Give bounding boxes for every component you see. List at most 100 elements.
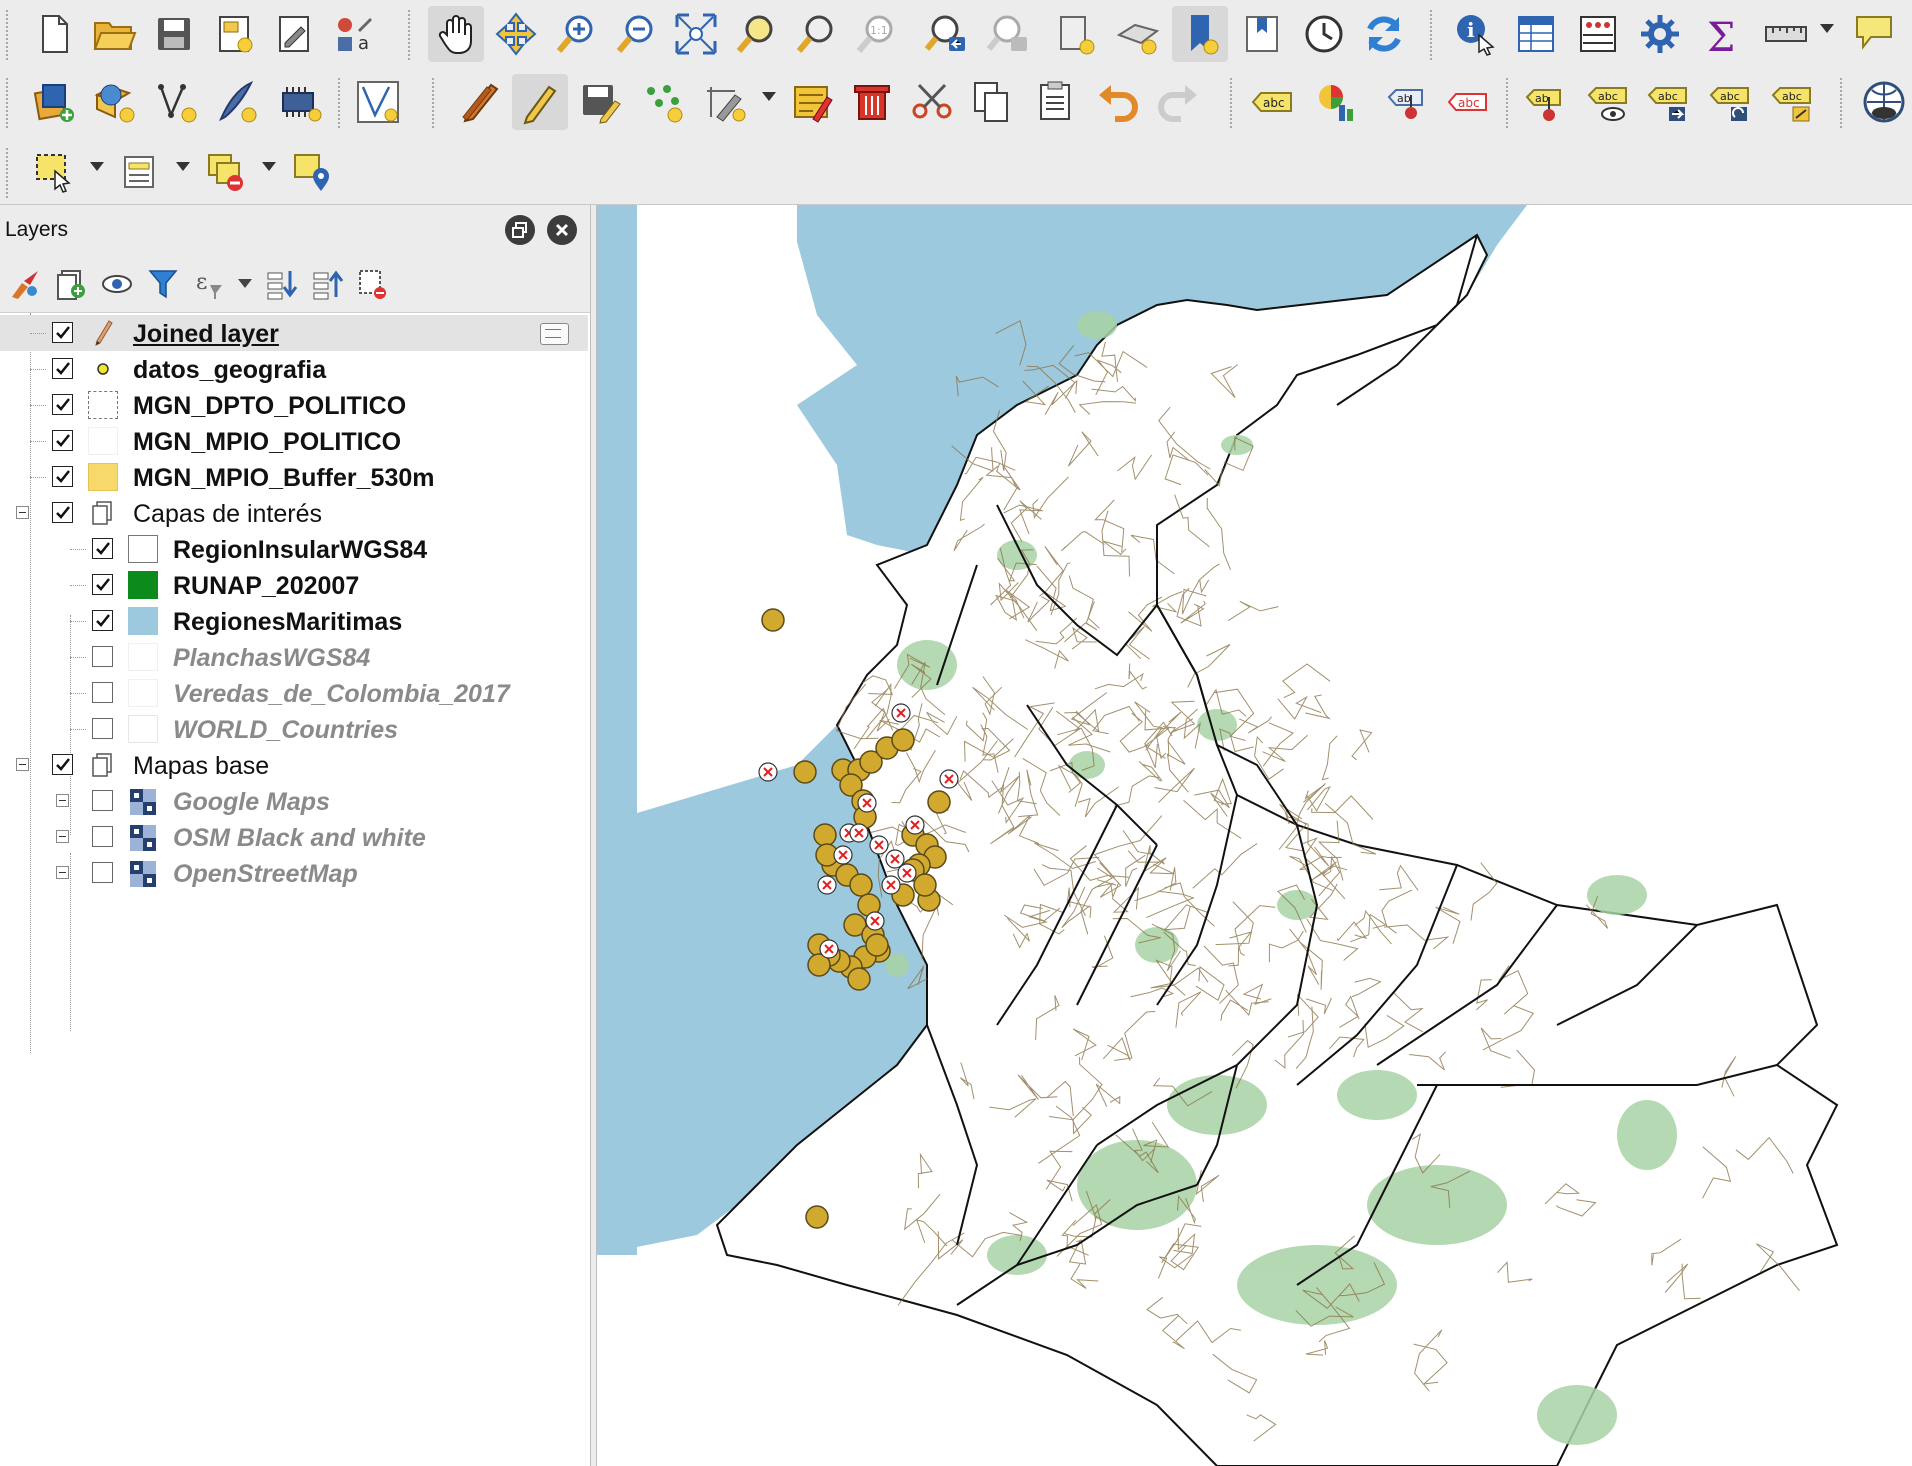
modify-attributes-icon[interactable] <box>784 74 840 130</box>
layer-visibility-checkbox[interactable] <box>52 430 73 451</box>
open-attribute-table-icon[interactable] <box>1508 6 1564 62</box>
layer-row-mgn-mpio-politico[interactable]: MGN_MPIO_POLITICO <box>0 423 588 459</box>
pan-to-selection-icon[interactable] <box>488 6 544 62</box>
add-group-icon[interactable] <box>52 265 90 303</box>
layer-visibility-checkbox[interactable] <box>92 538 113 559</box>
select-by-value-dropdown-icon[interactable] <box>176 162 190 171</box>
toolbar-grip[interactable] <box>6 78 14 128</box>
paste-features-icon[interactable] <box>1028 74 1084 130</box>
manage-visibility-icon[interactable] <box>98 265 136 303</box>
map-canvas[interactable] <box>596 205 1912 1466</box>
collapse-layer-icon[interactable] <box>56 794 69 807</box>
field-calculator-icon[interactable] <box>1570 6 1626 62</box>
layer-row-google-maps[interactable]: Google Maps <box>0 783 588 819</box>
digitize-feature-icon[interactable] <box>698 74 754 130</box>
expand-all-icon[interactable] <box>262 265 300 303</box>
layer-row-joined-layer[interactable]: Joined layer <box>0 315 588 351</box>
new-virtual-layer-icon[interactable] <box>272 74 328 130</box>
new-map-view-icon[interactable] <box>1048 6 1104 62</box>
new-3d-view-icon[interactable] <box>1110 6 1166 62</box>
toolbar-grip[interactable] <box>1506 78 1514 128</box>
layer-row-world-countries[interactable]: WORLD_Countries <box>0 711 588 747</box>
layer-diagram-icon[interactable] <box>1308 74 1364 130</box>
undo-icon[interactable] <box>1090 74 1146 130</box>
new-print-layout-icon[interactable] <box>206 6 262 62</box>
add-point-feature-icon[interactable] <box>636 74 692 130</box>
pan-map-icon[interactable] <box>428 6 484 62</box>
redo-icon[interactable] <box>1150 74 1206 130</box>
collapse-layer-icon[interactable] <box>56 866 69 879</box>
layout-manager-icon[interactable] <box>266 6 322 62</box>
layer-visibility-checkbox[interactable] <box>92 790 113 811</box>
select-features-dropdown-icon[interactable] <box>90 162 104 171</box>
temporal-controller-icon[interactable] <box>1296 6 1352 62</box>
zoom-native-icon[interactable]: 1:1 <box>848 6 904 62</box>
layer-row-datos-geografia[interactable]: datos_geografia <box>0 351 588 387</box>
new-bookmark-icon[interactable] <box>1172 6 1228 62</box>
open-project-icon[interactable] <box>86 6 142 62</box>
zoom-last-icon[interactable] <box>918 6 974 62</box>
layer-row-planchaswgs84[interactable]: PlanchasWGS84 <box>0 639 588 675</box>
group-row-capas-de-interes[interactable]: Capas de interés <box>0 495 588 531</box>
zoom-next-icon[interactable] <box>980 6 1036 62</box>
rotate-label-icon[interactable]: abc <box>1702 74 1758 130</box>
new-spatialite-layer-icon[interactable] <box>208 74 264 130</box>
quickmapservices-icon[interactable] <box>1856 74 1912 130</box>
delete-selected-icon[interactable] <box>844 74 900 130</box>
layer-visibility-checkbox[interactable] <box>92 826 113 847</box>
new-project-icon[interactable] <box>26 6 82 62</box>
select-by-value-icon[interactable] <box>112 144 168 200</box>
copy-features-icon[interactable] <box>964 74 1020 130</box>
zoom-to-layer-icon[interactable] <box>788 6 844 62</box>
toolbar-grip[interactable] <box>1230 78 1238 128</box>
layer-visibility-checkbox[interactable] <box>52 466 73 487</box>
cut-features-icon[interactable] <box>904 74 960 130</box>
toolbar-grip[interactable] <box>6 10 14 60</box>
layer-options-icon[interactable] <box>540 323 569 345</box>
save-layer-edits-icon[interactable] <box>572 74 628 130</box>
layer-visibility-checkbox[interactable] <box>92 574 113 595</box>
collapse-all-icon[interactable] <box>308 265 346 303</box>
measure-line-icon[interactable] <box>1758 6 1814 62</box>
layer-row-openstreetmap[interactable]: OpenStreetMap <box>0 855 588 891</box>
zoom-out-icon[interactable] <box>608 6 664 62</box>
float-panel-icon[interactable] <box>505 215 535 245</box>
layer-visibility-checkbox[interactable] <box>92 862 113 883</box>
layer-row-veredas-de-colombia-2017[interactable]: Veredas_de_Colombia_2017 <box>0 675 588 711</box>
layer-row-mgn-dpto-politico[interactable]: MGN_DPTO_POLITICO <box>0 387 588 423</box>
toolbar-grip[interactable] <box>338 78 346 128</box>
toolbar-grip[interactable] <box>408 10 416 60</box>
layer-visibility-checkbox[interactable] <box>92 610 113 631</box>
toolbar-grip[interactable] <box>1430 10 1438 60</box>
show-bookmarks-icon[interactable] <box>1234 6 1290 62</box>
collapse-group-icon[interactable] <box>16 506 29 519</box>
measure-dropdown-icon[interactable] <box>1820 24 1834 33</box>
select-features-icon[interactable] <box>26 144 82 200</box>
toolbar-grip[interactable] <box>432 78 440 128</box>
digitize-vertex-icon[interactable] <box>148 74 204 130</box>
layer-visibility-checkbox[interactable] <box>52 322 73 343</box>
move-label-icon[interactable]: abc <box>1640 74 1696 130</box>
toggle-labels-icon[interactable]: abc <box>1440 74 1496 130</box>
new-geopackage-layer-icon[interactable] <box>86 74 142 130</box>
processing-toolbox-icon[interactable] <box>1632 6 1688 62</box>
highlight-pinned-labels-icon[interactable]: ab <box>1380 74 1436 130</box>
collapse-layer-icon[interactable] <box>56 830 69 843</box>
layer-row-regionesmaritimas[interactable]: RegionesMaritimas <box>0 603 588 639</box>
layer-visibility-checkbox[interactable] <box>52 358 73 379</box>
zoom-in-icon[interactable] <box>548 6 604 62</box>
layer-visibility-checkbox[interactable] <box>92 718 113 739</box>
deselect-features-icon[interactable] <box>198 144 254 200</box>
zoom-full-icon[interactable] <box>668 6 724 62</box>
digitize-dropdown-icon[interactable] <box>762 92 776 101</box>
group-visibility-checkbox[interactable] <box>52 754 73 775</box>
filter-by-expression-icon[interactable]: ε <box>190 265 228 303</box>
layer-row-mgn-mpio-buffer[interactable]: MGN_MPIO_Buffer_530m <box>0 459 588 495</box>
layer-visibility-checkbox[interactable] <box>92 646 113 667</box>
group-row-mapas-base[interactable]: Mapas base <box>0 747 588 783</box>
layer-visibility-checkbox[interactable] <box>52 394 73 415</box>
toggle-editing-icon[interactable] <box>512 74 568 130</box>
refresh-icon[interactable] <box>1356 6 1412 62</box>
layer-visibility-checkbox[interactable] <box>92 682 113 703</box>
save-project-icon[interactable] <box>146 6 202 62</box>
